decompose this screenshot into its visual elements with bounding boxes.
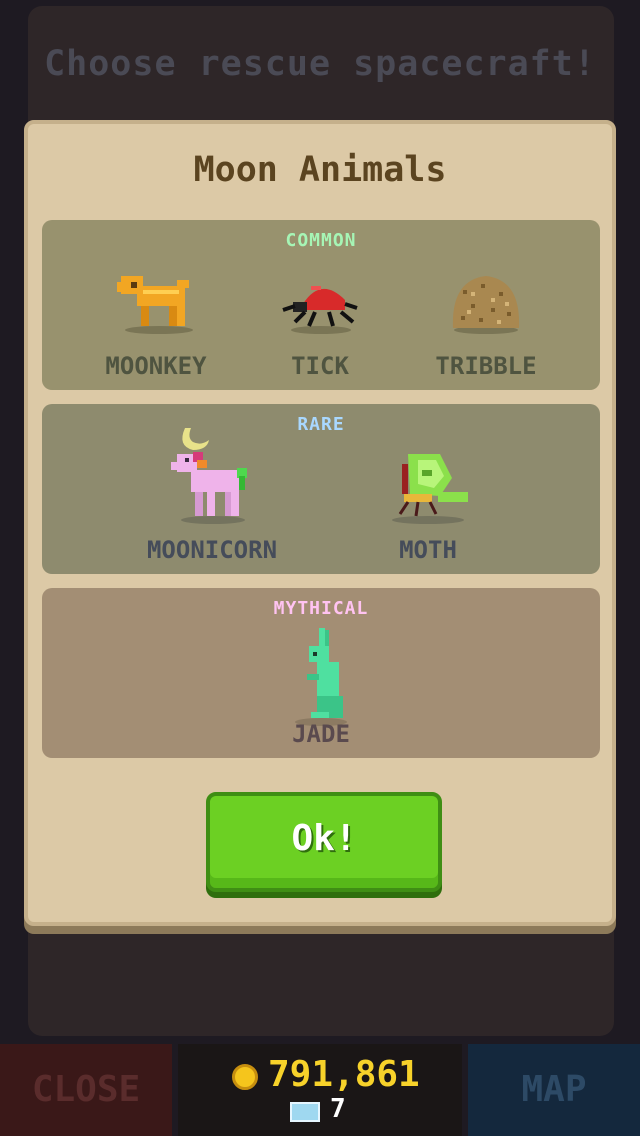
diamond-icon (290, 1102, 320, 1122)
section-label-common: COMMON (285, 230, 357, 251)
dialog-title: Moon Animals (193, 150, 447, 190)
rare-section: RARE MOONICORN MOTH (42, 404, 600, 574)
map-button[interactable]: MAP (468, 1044, 640, 1136)
moonkey-icon (117, 276, 193, 334)
animal-name: JADE (292, 720, 350, 748)
bottom-bar: CLOSE 791,861 7 MAP (0, 1044, 640, 1136)
tick-icon (282, 286, 358, 334)
moth-icon (392, 454, 468, 524)
animal-moonicorn: MOONICORN (112, 428, 312, 568)
animal-name: MOONICORN (146, 536, 278, 564)
gem-count: 7 (330, 1094, 346, 1124)
ok-button[interactable]: Ok! (206, 792, 442, 892)
animal-jade: JADE (221, 628, 421, 752)
background-title: Choose rescue spacecraft! (44, 44, 596, 84)
mythical-section: MYTHICAL JADE (42, 588, 600, 758)
common-section: COMMON MOONKEY TICK TRIBBLE (42, 220, 600, 390)
animal-moth: MOTH (328, 448, 528, 568)
tribble-icon (452, 276, 520, 334)
jade-rabbit-icon (295, 628, 347, 726)
animal-name: MOTH (399, 536, 457, 564)
section-label-rare: RARE (297, 414, 345, 435)
section-label-mythical: MYTHICAL (273, 598, 369, 619)
close-button[interactable]: CLOSE (0, 1044, 172, 1136)
coin-icon (232, 1064, 258, 1090)
animal-tribble: TRIBBLE (386, 264, 586, 384)
moonicorn-icon (171, 428, 247, 524)
coin-count: 791,861 (268, 1054, 420, 1095)
animal-name: TRIBBLE (435, 352, 537, 380)
currency-display: 791,861 7 (178, 1044, 462, 1136)
moon-animals-dialog: Moon Animals COMMON MOONKEY TICK TRIBBLE… (24, 120, 616, 926)
